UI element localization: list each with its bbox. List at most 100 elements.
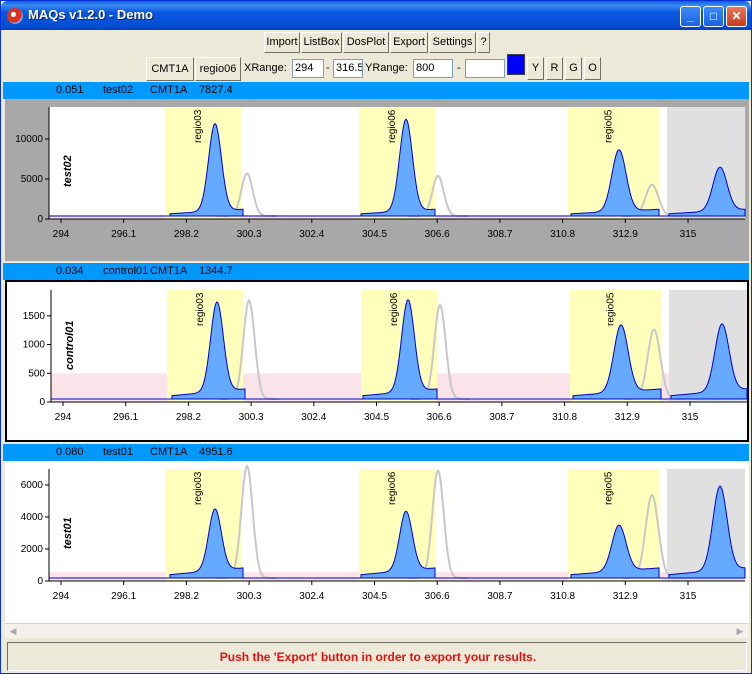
scroll-right-icon[interactable]: ▶ bbox=[733, 625, 747, 638]
xrange-label: XRange: bbox=[244, 62, 287, 74]
status-message: Push the 'Export' button in order to exp… bbox=[219, 650, 537, 664]
panel-value: 1344.7 bbox=[199, 265, 233, 277]
yrange-to-input[interactable] bbox=[465, 59, 505, 78]
x-tick-label: 294 bbox=[53, 229, 70, 240]
plot-panel[interactable]: regio03 regio06 regio05 0 500 1000 1500 294 296.… bbox=[5, 280, 749, 442]
toolbar: Import ListBox DosPlot Export Settings ?… bbox=[1, 30, 751, 82]
x-tick-label: 315 bbox=[680, 591, 697, 602]
x-tick-label: 302.4 bbox=[301, 412, 326, 423]
region-button[interactable]: regio06 bbox=[195, 57, 241, 81]
x-tick-label: 302.4 bbox=[299, 229, 324, 240]
y-tick-label: 4000 bbox=[21, 512, 44, 523]
panel-sample: control01 bbox=[103, 265, 149, 277]
x-tick-label: 310.8 bbox=[550, 591, 575, 602]
x-tick-label: 294 bbox=[55, 412, 72, 423]
panel-sample: test01 bbox=[103, 446, 133, 458]
settings-button[interactable]: Settings bbox=[429, 32, 476, 53]
panel-header[interactable]: 0.051 test02 CMT1A 7827.4 bbox=[3, 82, 749, 99]
y-tick-label: 500 bbox=[28, 368, 45, 379]
y-tick-label: 0 bbox=[37, 214, 43, 225]
x-tick-label: 304.5 bbox=[362, 591, 387, 602]
x-tick-label: 308.7 bbox=[489, 412, 514, 423]
x-tick-label: 310.8 bbox=[550, 229, 575, 240]
yrange-dash: - bbox=[457, 62, 461, 74]
listbox-button[interactable]: ListBox bbox=[301, 32, 342, 53]
x-tick-label: 298.2 bbox=[176, 412, 201, 423]
close-icon: ✕ bbox=[731, 9, 742, 23]
panel-gene: CMT1A bbox=[150, 84, 188, 96]
plot-panel[interactable]: regio03 regio06 regio05 0 5000 10000 294 296.1 2… bbox=[5, 99, 749, 261]
x-tick-label: 306.6 bbox=[427, 412, 452, 423]
x-tick-label: 304.5 bbox=[364, 412, 389, 423]
scroll-left-icon[interactable]: ◀ bbox=[6, 625, 20, 638]
y-tick-label: 5000 bbox=[21, 174, 44, 185]
status-bar: Push the 'Export' button in order to exp… bbox=[7, 642, 747, 671]
window-title: MAQs v1.2.0 - Demo bbox=[28, 7, 153, 22]
x-tick-label: 306.6 bbox=[425, 229, 450, 240]
y-tick-label: 2000 bbox=[21, 544, 44, 555]
yrange-label: YRange: bbox=[365, 62, 408, 74]
minimize-icon: _ bbox=[687, 9, 694, 23]
y-button[interactable]: Y bbox=[527, 57, 544, 80]
xrange-dash: - bbox=[326, 62, 330, 74]
region-label: regio03 bbox=[193, 109, 204, 143]
x-tick-label: 308.7 bbox=[487, 591, 512, 602]
region-label: regio05 bbox=[606, 292, 617, 326]
xrange-to-input[interactable]: 316.5 bbox=[333, 59, 363, 78]
panel-value: 4951.6 bbox=[199, 446, 233, 458]
maximize-button[interactable]: □ bbox=[703, 6, 724, 27]
minimize-button[interactable]: _ bbox=[680, 6, 701, 27]
g-button[interactable]: G bbox=[565, 57, 582, 80]
close-button[interactable]: ✕ bbox=[726, 6, 747, 27]
y-tick-label: 1000 bbox=[23, 340, 46, 351]
panel-gene: CMT1A bbox=[150, 265, 188, 277]
x-tick-label: 296.1 bbox=[111, 229, 136, 240]
export-button[interactable]: Export bbox=[390, 32, 428, 53]
sample-label: control01 bbox=[64, 320, 76, 370]
o-button[interactable]: O bbox=[584, 57, 601, 80]
color-swatch[interactable] bbox=[507, 54, 525, 75]
title-bar[interactable]: MAQs v1.2.0 - Demo _ □ ✕ bbox=[1, 1, 751, 30]
plot-panel[interactable]: regio03 regio06 regio05 0 2000 4000 6000 294 296… bbox=[5, 461, 749, 623]
region-label: regio03 bbox=[193, 471, 204, 505]
x-tick-label: 312.9 bbox=[613, 229, 638, 240]
panel-score: 0.080 bbox=[56, 446, 84, 458]
region-label: regio06 bbox=[389, 292, 400, 326]
panel-header[interactable]: 0.034 control01 CMT1A 1344.7 bbox=[3, 263, 749, 280]
app-window: MAQs v1.2.0 - Demo _ □ ✕ Import ListBox … bbox=[0, 0, 752, 674]
x-tick-label: 315 bbox=[680, 229, 697, 240]
x-tick-label: 308.7 bbox=[487, 229, 512, 240]
sample-label: test02 bbox=[62, 155, 74, 187]
x-tick-label: 304.5 bbox=[362, 229, 387, 240]
app-logo-icon bbox=[7, 8, 23, 24]
region-label: regio06 bbox=[387, 471, 398, 505]
yrange-from-input[interactable]: 800 bbox=[413, 59, 453, 78]
panel-value: 7827.4 bbox=[199, 84, 233, 96]
y-tick-label: 10000 bbox=[15, 134, 43, 145]
maximize-icon: □ bbox=[709, 9, 718, 23]
gene-button[interactable]: CMT1A bbox=[146, 57, 194, 81]
region-label: regio06 bbox=[387, 109, 398, 143]
panel-header[interactable]: 0.080 test01 CMT1A 4951.6 bbox=[3, 444, 749, 461]
x-tick-label: 300.3 bbox=[239, 412, 264, 423]
x-tick-label: 312.9 bbox=[613, 591, 638, 602]
x-tick-label: 302.4 bbox=[299, 591, 324, 602]
panel-gene: CMT1A bbox=[150, 446, 188, 458]
x-tick-label: 294 bbox=[53, 591, 70, 602]
x-tick-label: 300.3 bbox=[237, 591, 262, 602]
dosplot-button[interactable]: DosPlot bbox=[343, 32, 389, 53]
xrange-from-input[interactable]: 294 bbox=[292, 59, 324, 78]
y-tick-label: 0 bbox=[37, 576, 43, 587]
region-label: regio03 bbox=[195, 292, 206, 326]
panel-score: 0.034 bbox=[56, 265, 84, 277]
x-tick-label: 312.9 bbox=[615, 412, 640, 423]
y-tick-label: 6000 bbox=[21, 480, 44, 491]
r-button[interactable]: R bbox=[546, 57, 563, 80]
x-tick-label: 298.2 bbox=[174, 591, 199, 602]
import-button[interactable]: Import bbox=[264, 32, 300, 53]
x-tick-label: 306.6 bbox=[425, 591, 450, 602]
help-button[interactable]: ? bbox=[477, 32, 490, 53]
region-label: regio05 bbox=[604, 109, 615, 143]
x-tick-label: 300.3 bbox=[237, 229, 262, 240]
horizontal-scrollbar[interactable]: ◀ ▶ bbox=[5, 623, 749, 638]
